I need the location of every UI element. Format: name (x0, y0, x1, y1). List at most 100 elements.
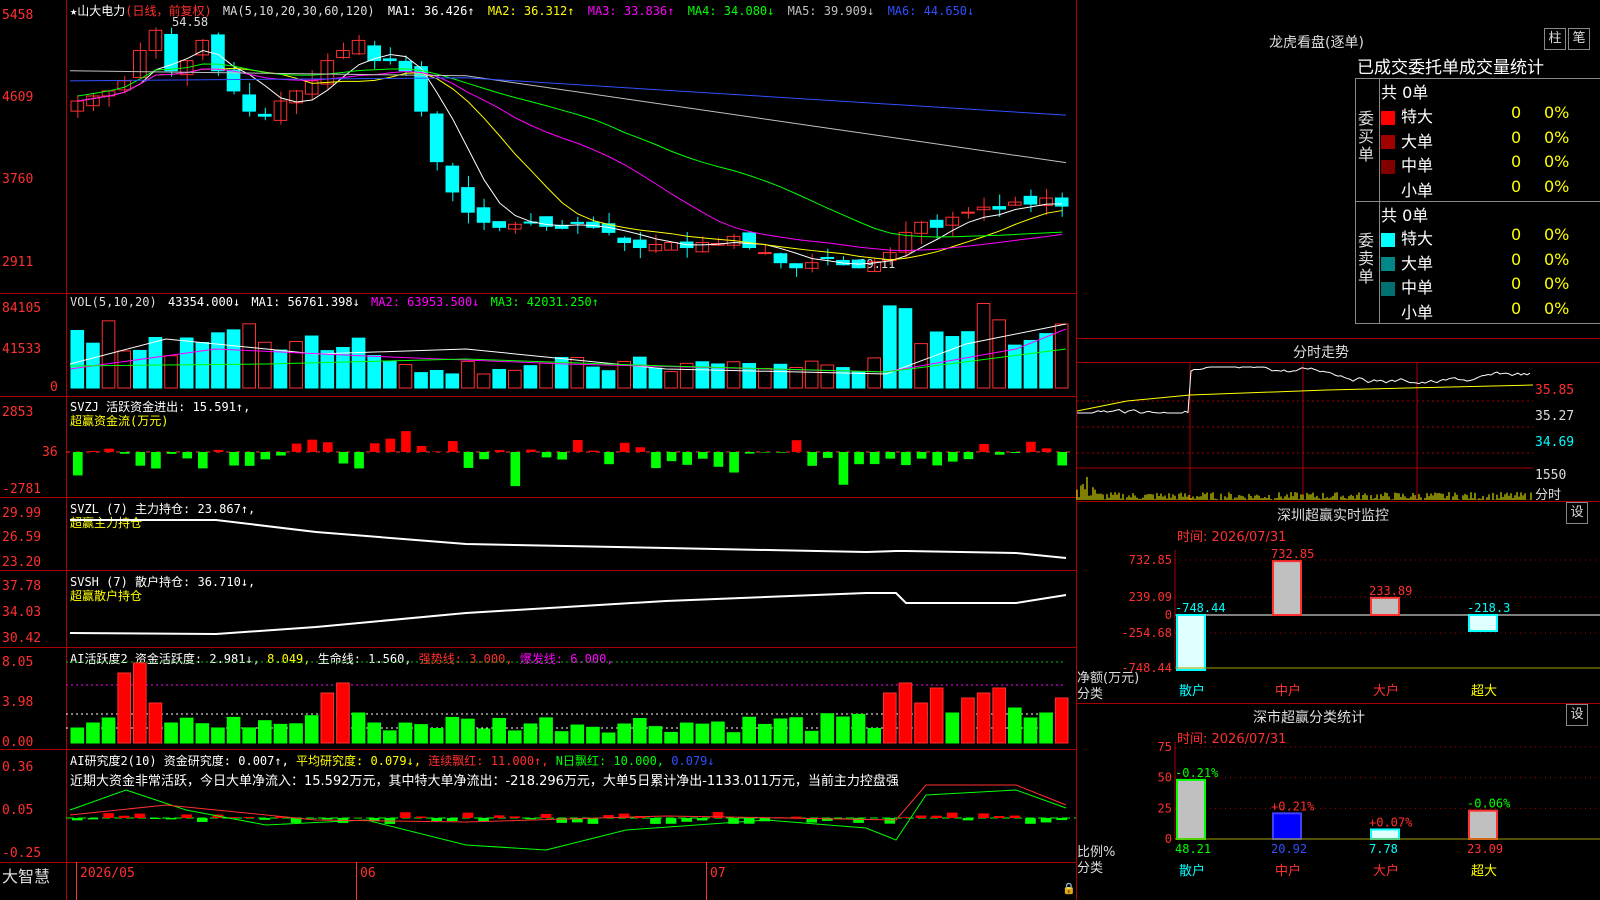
category-label: 大户 (1373, 683, 1399, 699)
flow-bar (88, 450, 99, 452)
net-bar (1272, 560, 1302, 616)
research-bar (853, 818, 864, 823)
flow-bar (1010, 452, 1021, 454)
change-label: -0.06% (1467, 797, 1511, 811)
volume-chart[interactable] (66, 294, 1076, 396)
flow-bar (401, 431, 411, 452)
research-bar (322, 818, 333, 820)
monitor-settings-button[interactable]: 设 (1566, 502, 1588, 524)
order-size-name: 大单 (1401, 253, 1434, 273)
flow-bar (354, 452, 364, 469)
flow-bar (166, 452, 177, 454)
activity-bar (414, 724, 428, 744)
stats-x-caption: 分类 (1077, 861, 1104, 876)
volume-bar (148, 337, 163, 389)
flow-bar (510, 452, 521, 487)
flow-bar (823, 452, 833, 458)
price-tick: 4609 (2, 90, 34, 105)
research-bar (978, 813, 989, 818)
volume-bar (492, 368, 506, 389)
activity-bar (554, 731, 569, 744)
flow-bar (916, 452, 927, 459)
volume-bar (789, 366, 803, 389)
candle (742, 232, 756, 249)
activity-bar (273, 723, 288, 744)
order-pct: 0% (1544, 127, 1570, 147)
brand-logo: 大智慧 (2, 867, 51, 886)
svzl-chart[interactable] (66, 498, 1076, 570)
class-stats-chart[interactable]: 75 50 25 0 -0.21% 48.21 散户 +0.21% 20.92 中户 +0.07% 7… (1077, 740, 1600, 900)
activity-bar (164, 722, 178, 744)
net-bar (1468, 614, 1498, 633)
candle (476, 207, 491, 223)
category-label: 散户 (1179, 683, 1205, 699)
pen-button[interactable]: 笔 (1568, 28, 1590, 50)
flow-bar (73, 452, 83, 476)
volume-bar (414, 372, 428, 389)
pillar-button[interactable]: 柱 (1544, 28, 1566, 50)
activity-bar (429, 728, 444, 744)
research-bar (447, 818, 458, 822)
price-chart[interactable] (66, 0, 1076, 293)
flow-bar (151, 452, 161, 469)
volume-bar (508, 369, 522, 389)
svsh-chart[interactable] (66, 571, 1076, 647)
dragon-tiger-title: 龙虎看盘(逐单) (1269, 35, 1364, 51)
activity-bar (570, 724, 585, 744)
stats-settings-button[interactable]: 设 (1566, 704, 1588, 726)
activity-bar (851, 713, 866, 744)
ai-activity-chart[interactable] (66, 648, 1076, 749)
flow-bar (338, 452, 349, 464)
research-bar (665, 818, 677, 824)
flow-bar (1026, 441, 1036, 452)
volume-bar (820, 364, 835, 389)
activity-bar (961, 697, 975, 744)
research-bar (493, 815, 505, 818)
svzj-chart[interactable] (66, 397, 1076, 497)
realtime-monitor-chart[interactable]: 732.85239.090-254.68-748.44-748.44散户732.… (1077, 540, 1600, 700)
flow-bar (729, 452, 739, 473)
vol-tick: 41533 (2, 342, 42, 357)
flow-bar (885, 452, 896, 459)
y-tick-label: 239.09 (1129, 590, 1172, 604)
change-label: +0.21% (1271, 799, 1315, 813)
ai-research-chart[interactable] (66, 750, 1076, 862)
candle (929, 219, 944, 228)
volume-bar (633, 356, 647, 389)
flow-bar (854, 452, 864, 465)
candle (258, 113, 272, 117)
chart-area[interactable]: ★山大电力(日线，前复权) MA(5,10,20,30,60,120) MA1:… (0, 0, 1077, 900)
ratio-bar (1272, 812, 1302, 841)
realtime-monitor-title: 深圳超赢实时监控 (1277, 508, 1389, 524)
order-pct: 0% (1544, 152, 1570, 171)
activity-bar (976, 692, 991, 744)
candle (961, 211, 975, 214)
volume-bar (945, 336, 960, 389)
flow-bar (541, 452, 552, 458)
order-size-name: 中单 (1401, 156, 1434, 175)
candle (429, 113, 444, 163)
lock-icon[interactable]: 🔒 (1062, 882, 1076, 895)
activity-bar (211, 727, 225, 744)
candle (1023, 195, 1038, 205)
vol-tick: 84105 (2, 301, 42, 316)
volume-bar (476, 373, 491, 389)
order-size-name: 大单 (1401, 131, 1434, 151)
research-bar (900, 817, 911, 818)
intraday-tick: 35.85 (1535, 383, 1575, 398)
activity-bar (367, 722, 381, 744)
flow-bar (323, 442, 333, 452)
activity-bar (758, 723, 772, 744)
dragon-tiger-subtitle: 已成交委托单成交量统计 (1357, 58, 1544, 78)
research-bar (197, 818, 208, 822)
flow-bar (1057, 452, 1067, 466)
activity-bar (1008, 707, 1022, 744)
ratio-value: 48.21 (1175, 842, 1211, 856)
volume-bar (461, 360, 475, 389)
candle (820, 256, 835, 259)
research-bar (962, 818, 974, 821)
intraday-chart[interactable] (1076, 363, 1534, 500)
research-bar (415, 816, 427, 818)
flow-bar (182, 452, 192, 459)
flow-bar (619, 442, 630, 452)
